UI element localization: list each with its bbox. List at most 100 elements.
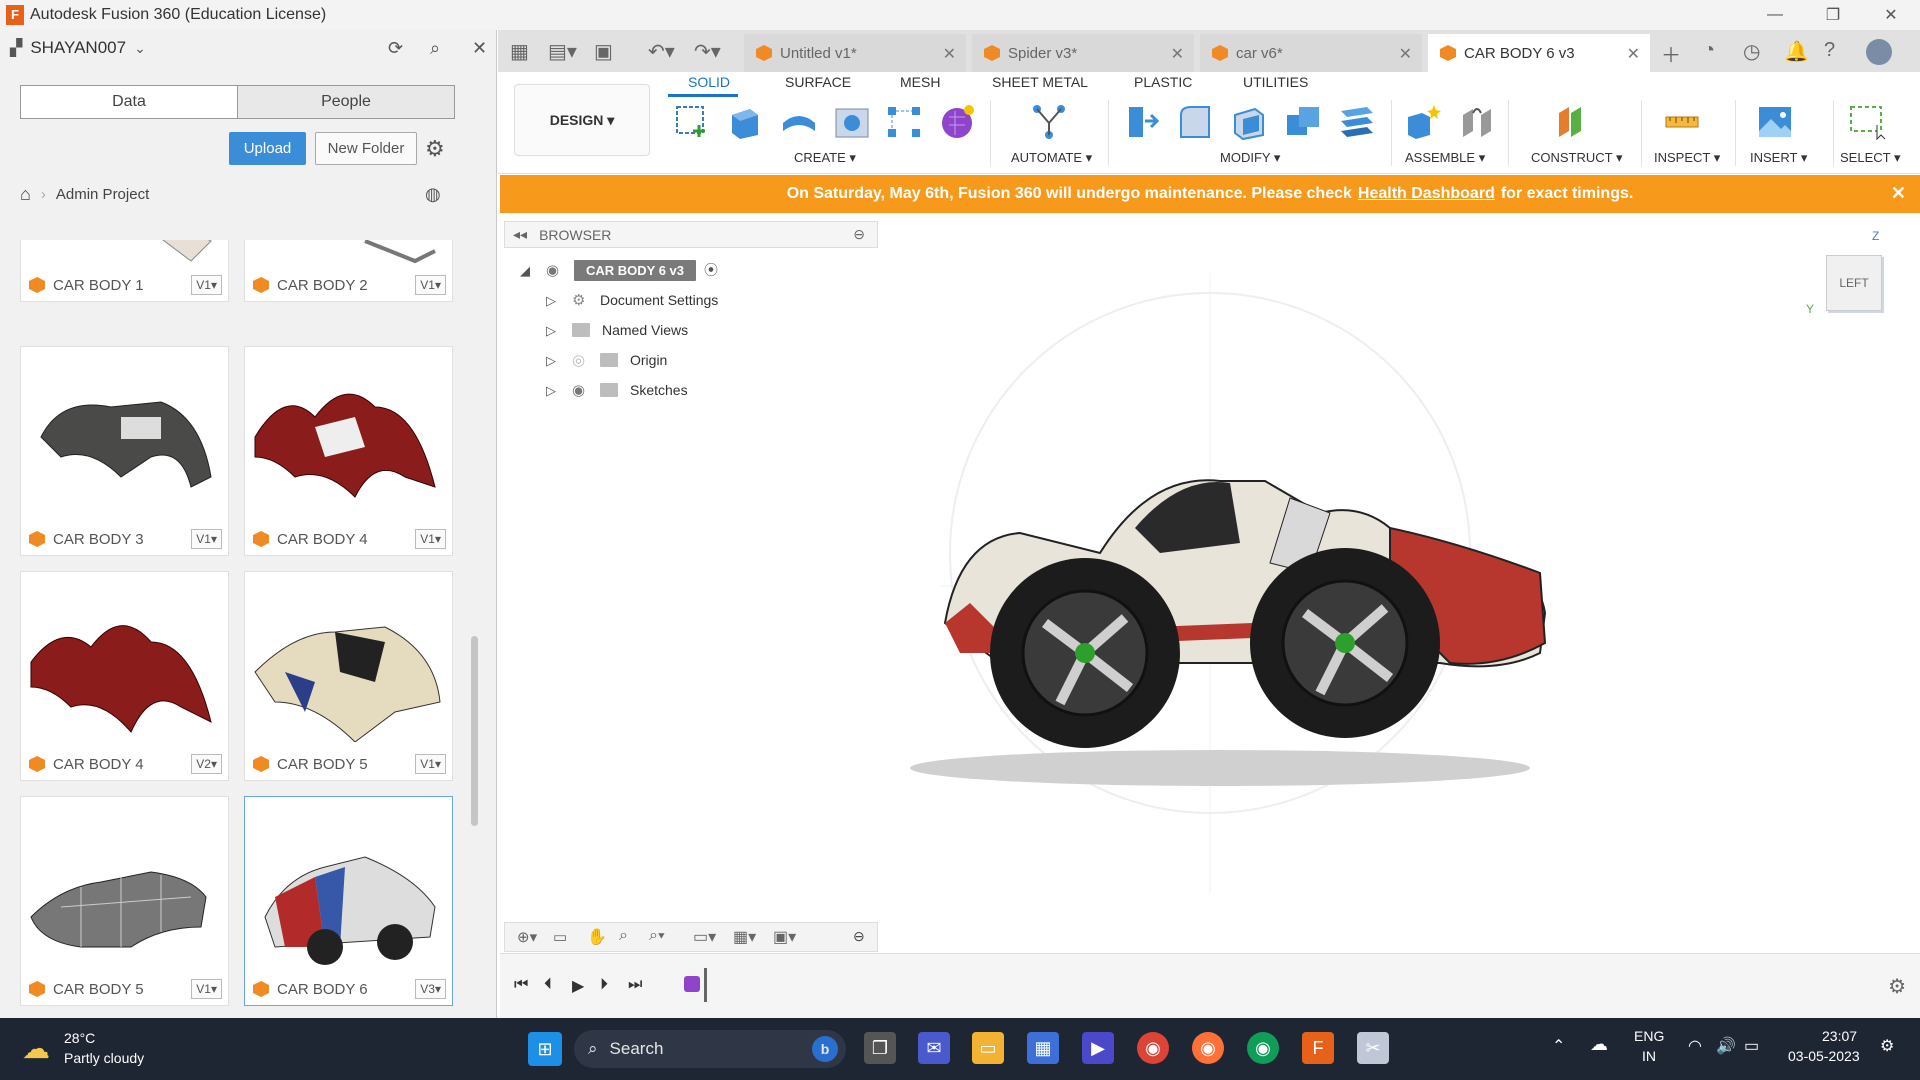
undo-icon[interactable]: ↶▾	[648, 39, 675, 64]
start-icon[interactable]: ⊞	[528, 1032, 562, 1066]
group-construct[interactable]: CONSTRUCT ▾	[1531, 150, 1623, 166]
look-at-icon[interactable]: ▭	[553, 928, 567, 946]
file-explorer-icon[interactable]: ▭	[972, 1032, 1004, 1064]
help-icon[interactable]: ?	[1824, 39, 1835, 62]
orbit-icon[interactable]: ⊕▾	[517, 928, 537, 946]
browser-item-label[interactable]: Origin	[630, 352, 667, 368]
design-card[interactable]: CAR BODY 3 V1▾	[20, 346, 229, 556]
snipping-tool-icon[interactable]: ✂	[1357, 1032, 1389, 1064]
collapse-nav-icon[interactable]: ⊖	[853, 928, 865, 945]
fusion-taskbar-icon[interactable]: F	[1302, 1032, 1334, 1064]
maximize-button[interactable]: ❐	[1804, 0, 1862, 30]
display-settings-icon[interactable]: ▭▾	[693, 927, 716, 947]
firefox-icon[interactable]: ◉	[1192, 1032, 1224, 1064]
extensions-icon[interactable]: ◔	[1703, 39, 1715, 62]
design-canvas[interactable]	[500, 213, 1920, 953]
group-create[interactable]: CREATE ▾	[794, 150, 856, 166]
tab-utilities[interactable]: UTILITIES	[1243, 74, 1308, 90]
browser-item-label[interactable]: Sketches	[630, 382, 688, 398]
browser-item[interactable]: ▷ ◉ Sketches	[546, 378, 688, 402]
version-dropdown[interactable]: V1▾	[415, 275, 446, 295]
eye-icon[interactable]: ◉	[572, 381, 592, 399]
volume-icon[interactable]: 🔊	[1716, 1036, 1736, 1056]
tab-solid[interactable]: SOLID	[688, 74, 730, 90]
workspace-dropdown[interactable]: DESIGN ▾	[514, 84, 650, 156]
combine-icon[interactable]	[1282, 100, 1324, 142]
viewports-icon[interactable]: ▣▾	[773, 927, 796, 947]
media-player-icon[interactable]: ▶	[1082, 1032, 1114, 1064]
breadcrumb-project[interactable]: Admin Project	[56, 186, 149, 203]
search-icon[interactable]: ⌕	[430, 38, 440, 59]
hidden-eye-icon[interactable]: ◎	[572, 351, 592, 369]
version-dropdown[interactable]: V1▾	[191, 529, 222, 549]
browser-item[interactable]: ▷ ⚙ Document Settings	[546, 288, 718, 312]
insert-image-icon[interactable]	[1754, 100, 1796, 142]
zoom-icon[interactable]: ⌕	[619, 927, 628, 945]
select-window-icon[interactable]	[1846, 100, 1888, 142]
redo-icon[interactable]: ↷▾	[694, 39, 721, 64]
design-card-selected[interactable]: CAR BODY 6 V3▾	[244, 796, 453, 1006]
viewcube[interactable]: LEFT	[1826, 255, 1882, 311]
chrome-profile-icon[interactable]: ◉	[1247, 1032, 1279, 1064]
group-insert[interactable]: INSERT ▾	[1750, 150, 1807, 166]
play-icon[interactable]: ▶	[572, 976, 584, 996]
version-dropdown[interactable]: V1▾	[415, 529, 446, 549]
design-card[interactable]: CAR BODY 1 V1▾	[20, 240, 229, 302]
save-icon[interactable]: ▣	[594, 39, 613, 64]
group-automate[interactable]: AUTOMATE ▾	[1011, 150, 1092, 166]
version-dropdown[interactable]: V1▾	[191, 275, 222, 295]
globe-icon[interactable]: ◍	[425, 184, 441, 205]
app-grid-icon[interactable]: ▦	[510, 39, 529, 64]
weather-desc[interactable]: Partly cloudy	[64, 1050, 144, 1066]
go-to-start-icon[interactable]: ⏮	[514, 976, 528, 994]
design-card[interactable]: CAR BODY 5 V1▾	[244, 571, 453, 781]
group-select[interactable]: SELECT ▾	[1840, 150, 1900, 166]
browser-item[interactable]: ▷ ◎ Origin	[546, 348, 667, 372]
browser-item[interactable]: ▷ Named Views	[546, 318, 688, 342]
version-dropdown[interactable]: V1▾	[191, 979, 222, 999]
expand-triangle-icon[interactable]: ▷	[546, 383, 560, 398]
weather-icon[interactable]: ☁	[22, 1032, 50, 1065]
close-icon[interactable]: ✕	[1627, 44, 1640, 64]
joint-icon[interactable]	[1456, 100, 1498, 142]
weather-temp[interactable]: 28°C	[64, 1030, 95, 1046]
new-tab-icon[interactable]: ＋	[1661, 39, 1681, 68]
browser-item-label[interactable]: Named Views	[602, 322, 688, 338]
root-component-label[interactable]: CAR BODY 6 v3	[574, 259, 697, 281]
avatar[interactable]	[1866, 39, 1892, 65]
gear-icon[interactable]: ⚙	[425, 136, 445, 162]
job-status-icon[interactable]: ◷	[1743, 39, 1760, 64]
file-icon[interactable]: ▤▾	[548, 39, 577, 64]
expand-triangle-icon[interactable]: ▷	[546, 293, 560, 308]
offset-face-icon[interactable]	[1336, 100, 1378, 142]
design-card[interactable]: CAR BODY 5 V1▾	[20, 796, 229, 1006]
tab-people[interactable]: People	[238, 86, 454, 118]
home-icon[interactable]: ⌂	[20, 184, 31, 205]
refresh-icon[interactable]: ⟳	[388, 38, 403, 59]
notification-icon[interactable]: ⚙	[1880, 1036, 1894, 1056]
bell-icon[interactable]: 🔔	[1784, 39, 1809, 64]
pattern-icon[interactable]	[883, 100, 925, 142]
automate-icon[interactable]	[1028, 100, 1070, 142]
create-form-icon[interactable]	[936, 100, 978, 142]
group-inspect[interactable]: INSPECT ▾	[1654, 150, 1720, 166]
go-to-end-icon[interactable]: ⏭	[628, 976, 642, 994]
step-forward-icon[interactable]: ⏵	[600, 976, 608, 994]
scrollbar[interactable]	[471, 636, 478, 826]
group-modify[interactable]: MODIFY ▾	[1220, 150, 1280, 166]
doc-tab[interactable]: Spider v3* ✕	[972, 34, 1194, 72]
design-card[interactable]: CAR BODY 4 V2▾	[20, 571, 229, 781]
battery-icon[interactable]: ▭	[1744, 1036, 1759, 1056]
timeline-marker[interactable]	[704, 968, 707, 1002]
shell-icon[interactable]	[1228, 100, 1270, 142]
browser-root[interactable]: ◢ ◉ CAR BODY 6 v3 ⦿	[520, 258, 718, 282]
extrude-icon[interactable]	[723, 100, 765, 142]
measure-icon[interactable]	[1661, 100, 1703, 142]
expand-triangle-icon[interactable]: ▷	[546, 323, 560, 338]
step-back-icon[interactable]: ⏴	[544, 976, 552, 994]
chrome-icon[interactable]: ◉	[1137, 1032, 1169, 1064]
radio-target-icon[interactable]: ⦿	[704, 260, 718, 280]
user-name[interactable]: SHAYAN007	[30, 38, 126, 58]
close-banner-icon[interactable]: ✕	[1891, 183, 1906, 204]
form-feature-icon[interactable]	[684, 976, 700, 992]
